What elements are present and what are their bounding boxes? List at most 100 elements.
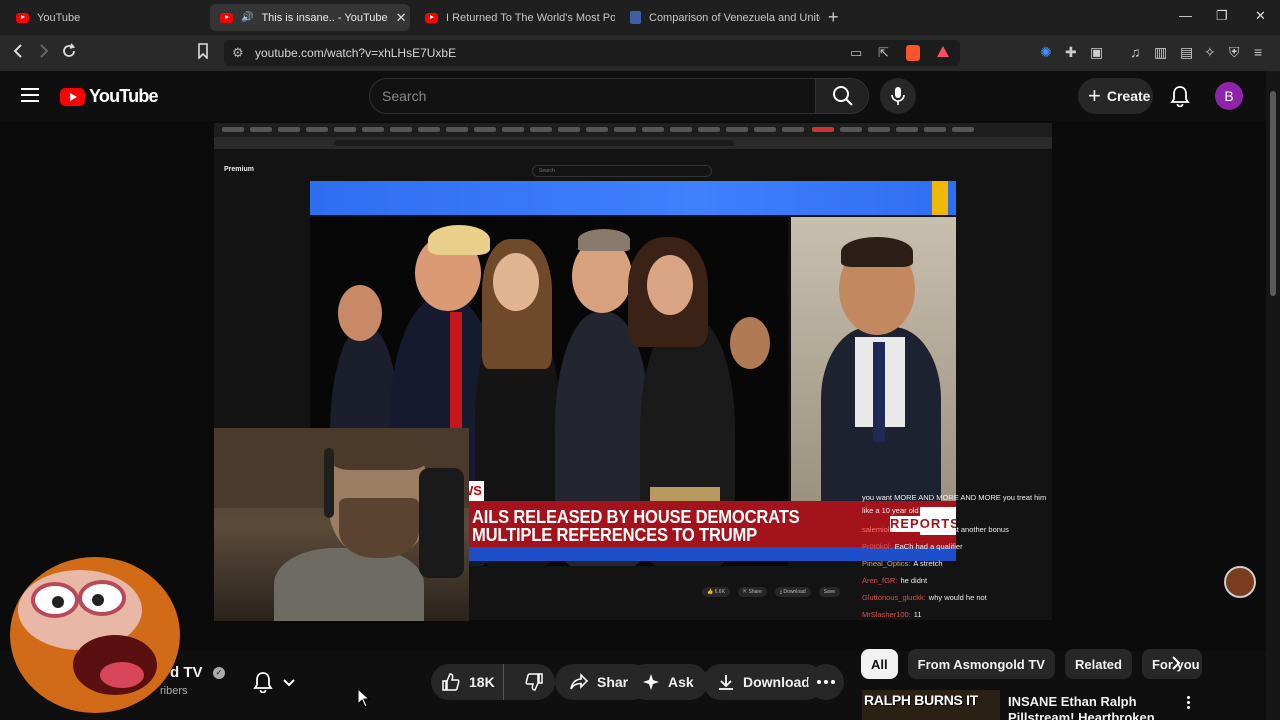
ask-button[interactable]: Ask [628, 664, 708, 700]
close-window-button[interactable]: ✕ [1255, 8, 1266, 24]
bell-icon [1170, 86, 1190, 108]
chat-message: salemiol: he didnt. It was just another b… [862, 525, 1009, 534]
tab-youtube[interactable]: YouTube [6, 4, 206, 31]
tab-label: I Returned To The World's Most Pollu [446, 11, 615, 24]
account-avatar[interactable]: B [1215, 82, 1243, 110]
chat-message: Aren_fGR: he didnt [862, 576, 928, 585]
youtube-masthead: YouTube + Create B [0, 71, 1280, 121]
browser-toolbar: ⚙ youtube.com/watch?v=xhLHsE7UxbE ▭ ⇱ ✺ … [0, 35, 1280, 71]
related-video-title[interactable]: INSANE Ethan Ralph Pillstream! Heartbrok… [1008, 694, 1178, 720]
create-label: Create [1106, 88, 1151, 104]
related-filter-chips: All From Asmongold TV Related For you [861, 649, 1202, 681]
chat-message: MrSlasher100: 11 [862, 610, 922, 619]
tab-active-video[interactable]: 🔊 This is insane.. - YouTube ✕ [210, 4, 410, 31]
menu-icon[interactable]: ≡ [1254, 44, 1262, 60]
download-button[interactable]: Download [703, 664, 824, 700]
streamer-webcam [214, 428, 469, 621]
more-actions-button[interactable] [808, 664, 844, 700]
chat-message: Pineal_Optics: A stretch [862, 559, 943, 568]
channel-name[interactable]: d TV [170, 664, 203, 681]
site-settings-icon[interactable]: ⚙ [232, 45, 244, 61]
wallet-icon[interactable]: ▤ [1180, 44, 1193, 61]
search-input[interactable] [382, 85, 802, 107]
search-button[interactable] [815, 78, 869, 114]
chat-message: you want MORE AND MORE AND MORE you trea… [862, 493, 1047, 515]
screen: YouTube 🔊 This is insane.. - YouTube ✕ I… [0, 0, 1280, 720]
tab-polluted[interactable]: I Returned To The World's Most Pollu [415, 4, 615, 31]
share-icon [570, 673, 589, 690]
tab-comparison[interactable]: Comparison of Venezuela and United [620, 4, 820, 31]
cast-icon[interactable]: ▭ [850, 45, 862, 61]
video-player[interactable]: Premium Search AILS RELEASED BY HOUSE DE… [0, 121, 1266, 651]
document-favicon-icon [630, 11, 641, 24]
maximize-button[interactable]: ❐ [1216, 8, 1228, 24]
like-count: 18K [469, 674, 495, 690]
shield-icon[interactable]: ⛨ [1229, 44, 1240, 61]
bookmark-button[interactable] [197, 43, 209, 64]
create-button[interactable]: + Create [1078, 78, 1153, 114]
back-arrow-icon [13, 44, 22, 58]
subscription-bell-button[interactable] [253, 671, 273, 698]
sparkle-icon [643, 674, 659, 690]
subscription-menu-button[interactable] [282, 675, 296, 693]
related-video-thumbnail[interactable]: RALPH BURNS IT [862, 690, 1000, 720]
verified-badge-icon: ✓ [213, 667, 225, 679]
youtube-play-icon [60, 87, 85, 106]
chat-overlay: you want MORE AND MORE AND MORE you trea… [862, 491, 1052, 621]
channel-watermark-avatar[interactable] [1224, 566, 1256, 598]
sidebar-icon[interactable]: ▥ [1154, 44, 1167, 61]
rewards-icon[interactable] [936, 45, 950, 61]
search-icon [833, 86, 853, 106]
mouse-cursor-icon [357, 688, 371, 708]
bell-icon [253, 672, 273, 694]
tab-label: YouTube [37, 11, 81, 24]
like-dislike-group: 18K [431, 664, 555, 700]
forward-button[interactable] [38, 43, 50, 64]
url-text: youtube.com/watch?v=xhLHsE7UxbE [255, 46, 457, 60]
dislike-button[interactable] [512, 664, 555, 700]
leo-icon[interactable]: ✧ [1204, 44, 1216, 61]
extensions-icon[interactable]: ✚ [1065, 44, 1077, 61]
brave-shield-icon[interactable] [906, 45, 920, 61]
related-video-menu-button[interactable] [1185, 696, 1191, 712]
voice-search-button[interactable] [880, 78, 916, 114]
guide-menu-icon[interactable] [21, 88, 39, 102]
vpn-icon[interactable]: ✺ [1040, 44, 1052, 61]
chips-next-button[interactable] [1168, 655, 1184, 676]
reporter-feed [791, 217, 956, 507]
media-icon[interactable]: ♫ [1130, 44, 1141, 60]
share-page-icon[interactable]: ⇱ [878, 45, 889, 61]
youtube-logo[interactable]: YouTube [60, 86, 159, 107]
new-tab-button[interactable]: + [828, 7, 839, 28]
tab-label: This is insane.. - YouTube [261, 11, 388, 24]
bookmark-icon [198, 43, 208, 60]
news-header-bar [310, 181, 956, 215]
lower-third-line2: MULTIPLE REFERENCES TO TRUMP [472, 525, 757, 545]
logo-wordmark: YouTube [89, 86, 159, 106]
screenshot-icon[interactable]: ▣ [1090, 44, 1103, 61]
like-button[interactable]: 18K [431, 664, 505, 700]
chip-all[interactable]: All [861, 649, 898, 679]
chat-message: Pr0t0k0l: EaCh had a qualifier [862, 542, 963, 551]
recorded-toolbar [214, 137, 1052, 149]
recorded-actions: 👍 6.6K ⇱ Share ⤓ Download Save [702, 587, 841, 597]
tab-close-icon[interactable]: ✕ [396, 10, 407, 26]
recorded-search: Search [532, 165, 712, 177]
back-button[interactable] [12, 43, 24, 64]
minimize-button[interactable]: — [1179, 8, 1192, 23]
recorded-tabbar [214, 123, 1052, 137]
chip-from-channel[interactable]: From Asmongold TV [907, 649, 1055, 679]
forward-arrow-icon [40, 44, 49, 58]
page-scrollbar[interactable] [1266, 71, 1280, 720]
chip-related[interactable]: Related [1064, 649, 1132, 679]
recorded-masthead: Premium Search [214, 161, 1052, 183]
chat-message: Gluttonous_gluckk: why would he not [862, 593, 987, 602]
notifications-button[interactable] [1170, 85, 1190, 112]
reload-button[interactable] [61, 43, 77, 64]
download-label: Download [743, 674, 810, 690]
browser-tabbar: YouTube 🔊 This is insane.. - YouTube ✕ I… [0, 0, 1280, 35]
scrollbar-thumb[interactable] [1270, 91, 1276, 296]
reload-icon [63, 43, 76, 57]
address-bar[interactable]: ⚙ youtube.com/watch?v=xhLHsE7UxbE ▭ ⇱ [224, 40, 960, 66]
youtube-favicon-icon [16, 12, 29, 23]
